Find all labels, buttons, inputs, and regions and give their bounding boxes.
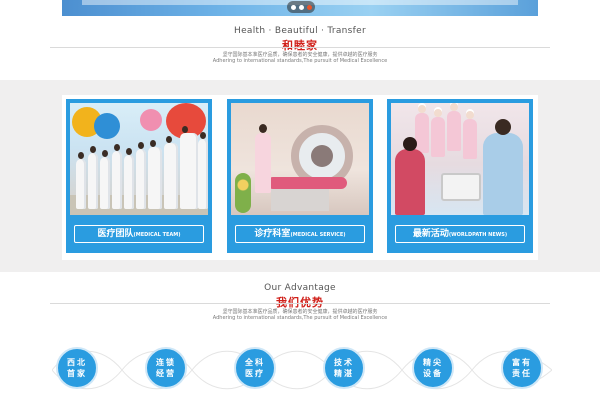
section-title-en: Health · Beautiful · Transfer	[234, 26, 366, 36]
carousel-dots	[287, 1, 315, 13]
carousel-dot-3[interactable]	[306, 4, 312, 10]
advantage-label-1: 西北首家	[67, 358, 87, 378]
medical-team-photo[interactable]	[70, 103, 208, 215]
advantage-description-en: Adhering to international standards,The …	[212, 315, 388, 321]
medical-service-button[interactable]: 诊疗科室(MEDICAL SERVICE)	[235, 225, 365, 243]
card-medical-team[interactable]: 医疗团队(MEDICAL TEAM)	[66, 99, 212, 253]
advantage-item-6[interactable]: 富有责任	[501, 347, 543, 389]
medical-team-label: 医疗团队	[97, 229, 134, 239]
advantage-item-3[interactable]: 全科医疗	[234, 347, 276, 389]
advantage-item-2[interactable]: 连锁经营	[145, 347, 187, 389]
section-title-cn: 和睦家	[282, 39, 318, 52]
advantage-item-1[interactable]: 西北首家	[56, 347, 98, 389]
latest-news-button[interactable]: 最新活动(WORLDPATH NEWS)	[395, 225, 525, 243]
latest-news-label: 最新活动	[412, 229, 449, 239]
service-cards: 医疗团队(MEDICAL TEAM) 诊疗科室(MEDICAL SERVICE)…	[62, 95, 538, 260]
section-description-en: Adhering to international standards,The …	[212, 58, 388, 64]
advantage-title-cn: 我们优势	[276, 296, 324, 309]
medical-service-photo[interactable]	[231, 103, 369, 215]
section-divider	[50, 47, 550, 48]
advantage-label-3: 全科医疗	[245, 358, 265, 378]
section-header-health: Health · Beautiful · Transfer 和睦家	[0, 26, 600, 53]
advantage-divider	[50, 303, 550, 304]
advantage-label-6: 富有责任	[512, 358, 532, 378]
latest-news-label-en: (WORLDPATH NEWS)	[448, 232, 508, 238]
card-medical-service[interactable]: 诊疗科室(MEDICAL SERVICE)	[227, 99, 373, 253]
latest-news-photo[interactable]	[391, 103, 529, 215]
advantage-label-4: 技术精湛	[334, 358, 354, 378]
medical-service-label: 诊疗科室	[254, 229, 291, 239]
wave-decoration	[52, 350, 552, 390]
advantage-label-5: 精尖设备	[423, 358, 443, 378]
advantage-item-5[interactable]: 精尖设备	[412, 347, 454, 389]
carousel-dot-1[interactable]	[290, 4, 296, 10]
medical-team-button[interactable]: 医疗团队(MEDICAL TEAM)	[74, 225, 204, 243]
medical-service-label-en: (MEDICAL SERVICE)	[290, 232, 346, 238]
section-header-advantage: Our Advantage 我们优势	[0, 283, 600, 310]
section-description: 坚守国际基本准医疗品质，确保患者的安全健康，提供卓越的医疗服务 Adhering…	[0, 52, 600, 64]
medical-team-label-en: (MEDICAL TEAM)	[133, 232, 181, 238]
advantage-title-en: Our Advantage	[264, 283, 336, 293]
advantage-item-4[interactable]: 技术精湛	[323, 347, 365, 389]
carousel-dot-2[interactable]	[298, 4, 304, 10]
advantage-description: 坚守国际基本准医疗品质，确保患者的安全健康，提供卓越的医疗服务 Adhering…	[0, 309, 600, 321]
card-latest-news[interactable]: 最新活动(WORLDPATH NEWS)	[387, 99, 533, 253]
advantage-label-2: 连锁经营	[156, 358, 176, 378]
